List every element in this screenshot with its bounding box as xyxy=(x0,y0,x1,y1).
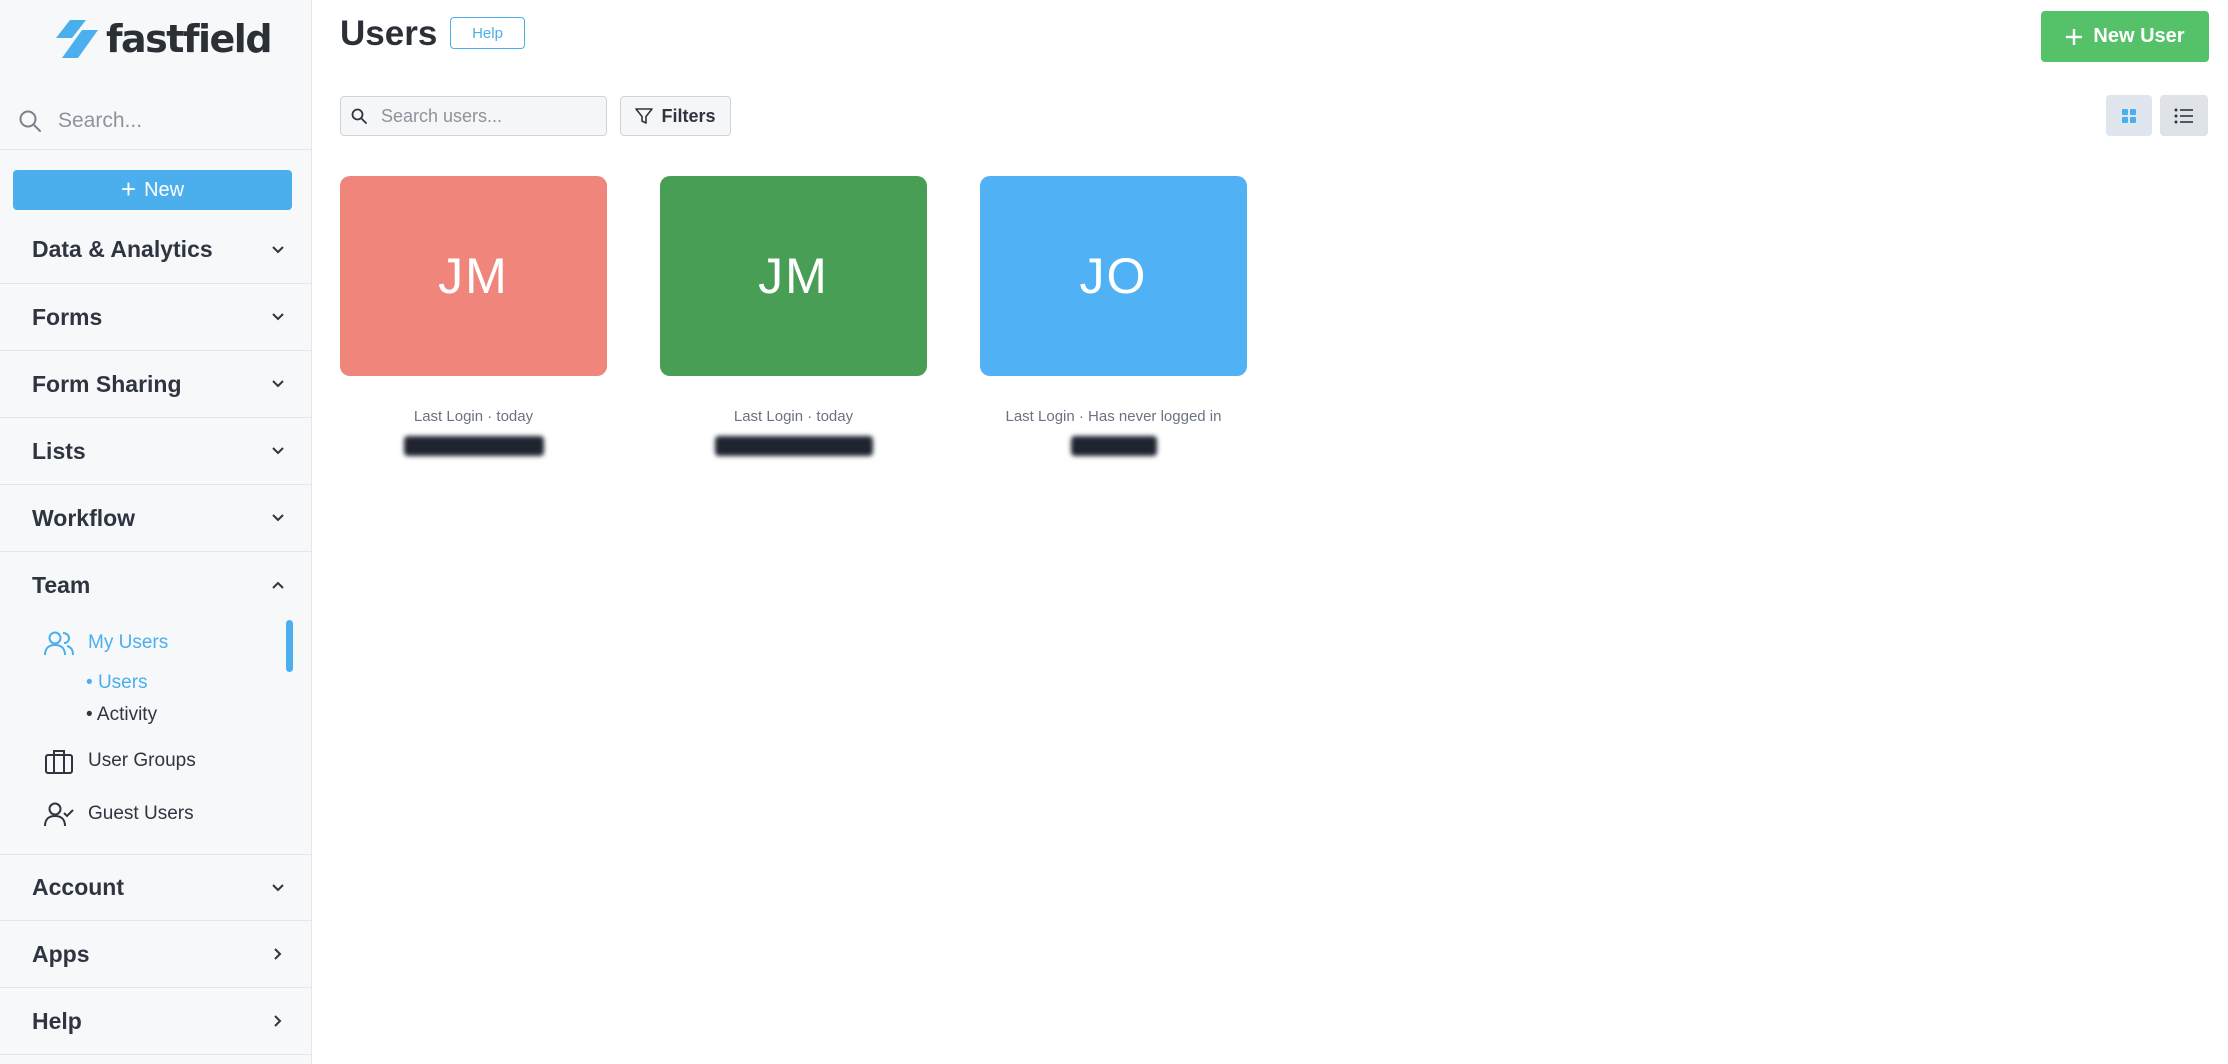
chevron-down-icon xyxy=(271,377,285,391)
redacted-user-name xyxy=(660,436,927,456)
nav-section-label: Data & Analytics xyxy=(32,236,213,262)
filters-button-label: Filters xyxy=(661,105,716,126)
nav-section-label: Lists xyxy=(32,437,86,464)
nav-section-help[interactable]: Help xyxy=(0,988,311,1055)
nav-section-lists[interactable]: Lists xyxy=(0,418,311,485)
sidebar-item-my-users[interactable]: My Users xyxy=(44,630,168,656)
plus-icon xyxy=(2066,28,2083,45)
nav-section-team[interactable]: Team xyxy=(0,552,311,618)
user-card-avatar[interactable]: JO xyxy=(980,176,1247,376)
new-button-label: New xyxy=(144,178,185,201)
brand-name: fastfield xyxy=(106,17,273,61)
chevron-down-icon xyxy=(271,881,285,895)
active-indicator xyxy=(286,620,293,672)
nav-section-form-sharing[interactable]: Form Sharing xyxy=(0,351,311,418)
new-user-button[interactable]: New User xyxy=(2041,11,2209,62)
fastfield-logo-icon xyxy=(56,20,98,58)
page-title: Users xyxy=(340,14,438,53)
sidebar-item-label: Guest Users xyxy=(88,803,194,824)
list-view-toggle[interactable] xyxy=(2160,95,2208,136)
chevron-down-icon xyxy=(271,310,285,324)
sidebar-search xyxy=(0,92,311,150)
filters-button[interactable]: Filters xyxy=(620,96,731,136)
sidebar-item-label: My Users xyxy=(88,632,169,653)
chevron-down-icon xyxy=(271,243,285,257)
app: fastfield + New Data & Analytics Forms F… xyxy=(0,0,2228,1064)
search-icon xyxy=(351,108,367,124)
nav-section-label: Workflow xyxy=(32,504,136,531)
nav-section-forms[interactable]: Forms xyxy=(0,284,311,351)
sidebar-item-user-groups[interactable]: User Groups xyxy=(44,748,196,774)
new-user-button-label: New User xyxy=(2093,25,2185,47)
user-card-avatar[interactable]: JM xyxy=(340,176,607,376)
grid-icon xyxy=(2122,108,2136,123)
filter-icon xyxy=(635,108,654,124)
nav-section-apps[interactable]: Apps xyxy=(0,921,311,988)
list-icon xyxy=(2174,108,2193,123)
user-card-avatar[interactable]: JM xyxy=(660,176,927,376)
last-login-text: Last Login · today xyxy=(733,408,854,425)
chevron-down-icon xyxy=(271,511,285,525)
nav-section-label: Account xyxy=(32,874,124,900)
sidebar: fastfield + New Data & Analytics Forms F… xyxy=(0,0,312,1064)
nav-section-workflow[interactable]: Workflow xyxy=(0,485,311,552)
brand-logo[interactable]: fastfield xyxy=(56,14,273,64)
user-check-icon xyxy=(44,802,74,827)
nav-section-data-analytics[interactable]: Data & Analytics xyxy=(0,216,311,284)
user-search xyxy=(340,96,607,136)
sidebar-item-guest-users[interactable]: Guest Users xyxy=(44,801,194,827)
chevron-down-icon xyxy=(271,444,285,458)
briefcase-icon xyxy=(45,750,73,774)
new-button[interactable]: + New xyxy=(13,170,292,210)
users-icon xyxy=(44,631,74,656)
redacted-user-name xyxy=(340,436,607,456)
nav-section-account[interactable]: Account xyxy=(0,854,311,921)
sidebar-search-input[interactable] xyxy=(58,108,298,133)
sidebar-subitem-label: Activity xyxy=(96,704,158,725)
nav-section-label: Help xyxy=(32,1007,82,1034)
sidebar-subitem-label: Users xyxy=(97,672,148,693)
sidebar-subitem-activity[interactable]: • Activity xyxy=(86,704,157,726)
chevron-right-icon xyxy=(271,1014,285,1028)
last-login-text: Last Login · Has never logged in xyxy=(1005,408,1222,425)
nav-section-label: Forms xyxy=(32,303,103,330)
plus-icon: + xyxy=(120,173,137,204)
nav-section-label: Apps xyxy=(32,940,90,967)
help-button[interactable]: Help xyxy=(450,17,525,49)
nav-section-label: Form Sharing xyxy=(32,370,182,397)
search-icon xyxy=(19,110,41,132)
sidebar-item-label: User Groups xyxy=(88,750,196,771)
chevron-right-icon xyxy=(271,947,285,961)
nav-section-label: Team xyxy=(32,571,91,598)
user-search-input[interactable] xyxy=(381,105,601,127)
grid-view-toggle[interactable] xyxy=(2106,95,2152,136)
redacted-user-name xyxy=(980,436,1247,456)
sidebar-subitem-users[interactable]: • Users xyxy=(86,672,148,694)
chevron-up-icon xyxy=(271,578,285,592)
last-login-text: Last Login · today xyxy=(413,408,534,425)
